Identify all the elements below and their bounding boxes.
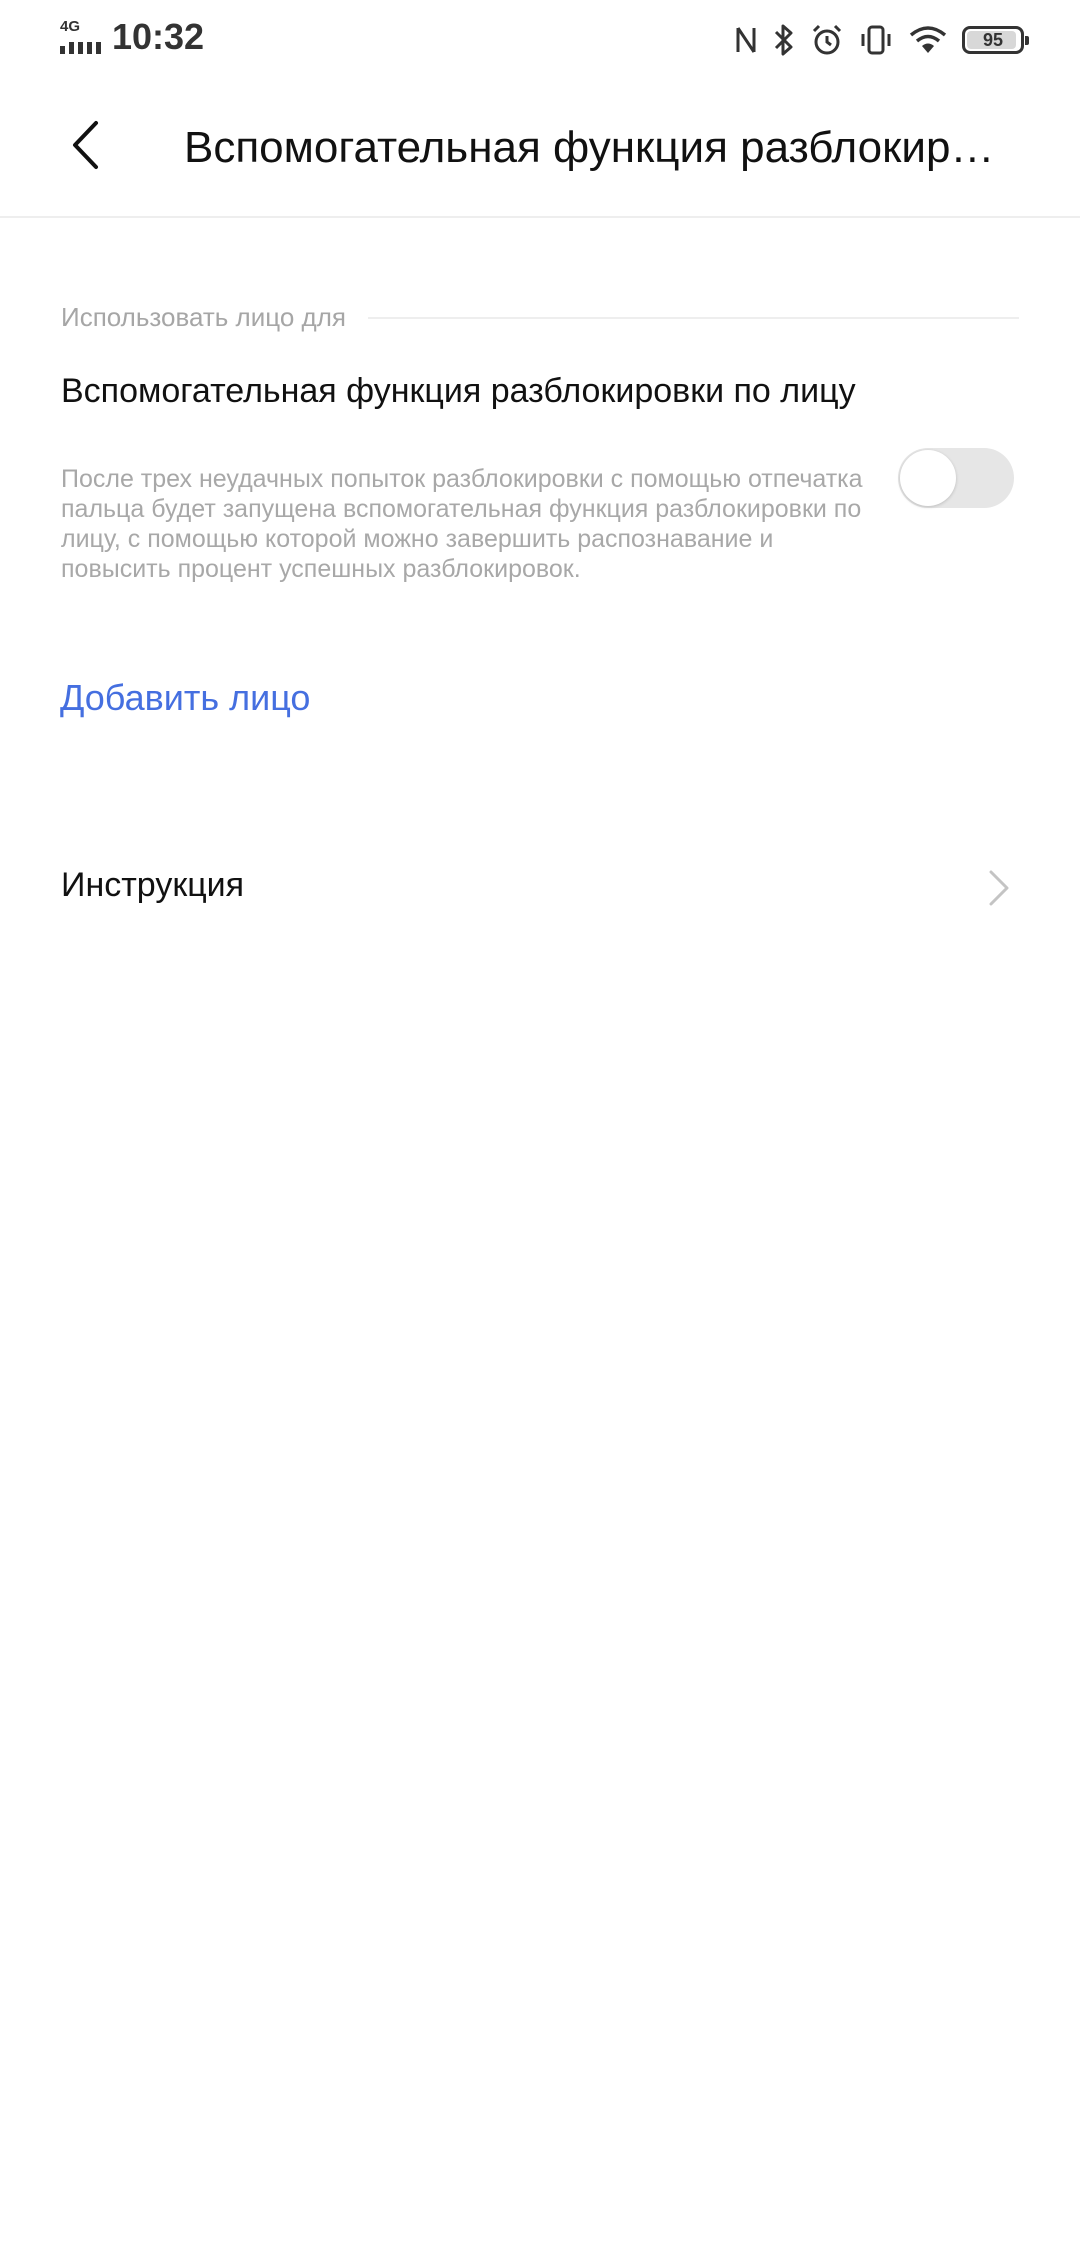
title-bar: Вспомогательная функция разблокировки по… [0,80,1080,218]
vibrate-icon [861,25,891,55]
toggle-knob [900,450,956,506]
section-divider [367,316,1019,319]
battery-icon: 95 [962,26,1029,54]
section-header: Использовать лицо для [61,302,1019,333]
chevron-right-icon [989,870,1009,906]
wifi-icon [909,26,947,53]
setting-title: Вспомогательная функция разблокировки по… [61,372,856,410]
page-title: Вспомогательная функция разблокировки по… [184,123,1014,172]
alarm-icon [812,24,842,55]
status-time: 10:32 [112,16,205,57]
section-header-label: Использовать лицо для [61,302,346,332]
nfc-icon [736,27,756,53]
setting-description: После трех неудачных попыток разблокиров… [61,465,863,583]
face-unlock-assist-toggle[interactable] [898,448,1014,508]
status-bar: 4G 10:32 95 [0,0,1080,80]
bluetooth-icon [774,24,793,56]
chevron-left-icon [73,121,98,169]
instruction-row[interactable]: Инструкция [0,830,1080,940]
status-icons: 95 [734,18,1029,62]
instruction-label: Инструкция [61,866,245,904]
face-unlock-assist-setting[interactable]: Вспомогательная функция разблокировки по… [61,370,1019,594]
screen: 4G 10:32 95 Вспомогательная функция разб… [0,0,1080,2256]
network-type: 4G [60,18,81,35]
add-face-button[interactable]: Добавить лицо [60,674,310,722]
battery-percentage: 95 [982,29,1004,50]
cellular-signal-icon: 4G [60,18,104,54]
back-button[interactable] [50,110,120,180]
